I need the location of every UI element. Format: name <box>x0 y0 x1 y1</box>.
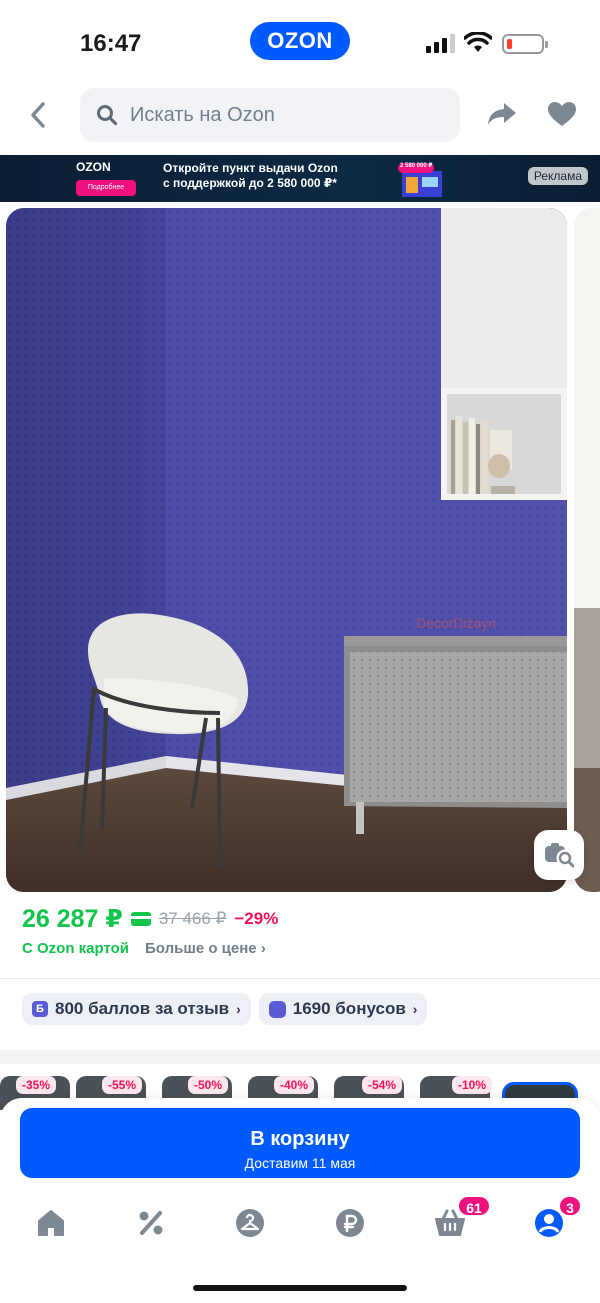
product-gallery[interactable]: DecorDizayn <box>0 206 600 892</box>
home-icon[interactable] <box>36 1208 66 1238</box>
bottom-cart-panel: В корзину Доставим 11 мая <box>0 1098 600 1303</box>
bonuses-chip[interactable]: 1690 бонусов › <box>258 993 428 1025</box>
similar-discount-tag: -54% <box>362 1076 403 1094</box>
wifi-icon <box>464 32 492 52</box>
similar-discount-tag: -50% <box>188 1076 229 1094</box>
home-indicator <box>193 1285 407 1291</box>
price-row: 26 287 ₽ 37 466 ₽ −29% <box>22 904 278 934</box>
search-bar[interactable] <box>80 88 460 142</box>
section-gap <box>0 1050 600 1064</box>
ozon-app-badge: OZON <box>250 22 350 60</box>
ad-headline: Откройте пункт выдачи Ozon с поддержкой … <box>163 161 338 191</box>
back-arrow-icon[interactable] <box>26 100 50 130</box>
old-price: 37 466 ₽ <box>158 909 227 928</box>
discount-percent: −29% <box>234 909 279 928</box>
next-product-photo[interactable] <box>574 208 600 892</box>
similar-discount-tag: -55% <box>102 1076 143 1094</box>
similar-discount-tag: -35% <box>16 1076 57 1094</box>
favorite-heart-icon[interactable] <box>546 100 578 128</box>
search-input[interactable] <box>130 103 430 127</box>
top-header <box>0 86 600 144</box>
price-subrow: С Ozon картой Больше о цене › <box>22 940 266 957</box>
review-points-label: 800 баллов за отзыв <box>55 999 230 1018</box>
ozon-card-note: С Ozon картой <box>22 940 130 957</box>
price-ozon-card: 26 287 ₽ <box>22 905 123 933</box>
visual-search-button[interactable] <box>534 830 584 880</box>
add-to-cart-button[interactable]: В корзину Доставим 11 мая <box>20 1108 580 1178</box>
hanger-icon[interactable] <box>235 1208 265 1238</box>
similar-discount-tag: -40% <box>274 1076 315 1094</box>
review-points-chip[interactable]: Б 800 баллов за отзыв › <box>22 993 251 1025</box>
status-bar: 16:47 OZON <box>0 0 600 88</box>
ad-label: Реклама <box>527 167 588 185</box>
ad-brand-logo: OZON <box>76 160 111 174</box>
divider <box>0 978 600 979</box>
next-photo-preview <box>574 208 600 892</box>
ad-more-button[interactable]: Подробнее <box>76 180 136 196</box>
chevron-right-icon: › <box>412 1001 418 1017</box>
chevron-right-icon: › <box>260 940 266 957</box>
ad-banner[interactable]: OZON Подробнее Откройте пункт выдачи Ozo… <box>0 155 600 202</box>
ozon-card-icon <box>130 912 151 926</box>
ad-art-text: 2 580 000 ₽ <box>400 163 433 169</box>
status-time: 16:47 <box>80 30 142 57</box>
chevron-right-icon: › <box>236 1001 241 1017</box>
bonuses-label: 1690 бонусов <box>292 999 406 1018</box>
points-icon: Б <box>32 1001 48 1017</box>
watermark-text: DecorDizayn <box>416 615 496 631</box>
delivery-date-label: Доставим 11 мая <box>244 1155 356 1171</box>
battery-icon <box>502 34 548 54</box>
share-icon[interactable] <box>486 100 518 128</box>
signal-icon <box>426 34 455 53</box>
ad-line-1: Откройте пункт выдачи Ozon <box>163 161 338 175</box>
percent-icon[interactable] <box>136 1208 166 1238</box>
bonus-chips: Б 800 баллов за отзыв › 1690 бонусов › <box>22 993 428 1025</box>
cart-count-badge: 61 <box>457 1195 491 1217</box>
ad-line-2: с поддержкой до 2 580 000 ₽* <box>163 176 337 190</box>
add-to-cart-label: В корзину <box>250 1128 350 1150</box>
more-about-price-label: Больше о цене <box>145 940 257 957</box>
product-photo[interactable]: DecorDizayn <box>6 208 567 892</box>
search-icon <box>97 105 118 126</box>
similar-discount-tag: -10% <box>452 1076 493 1094</box>
room-scene-image: DecorDizayn <box>6 208 567 892</box>
profile-notification-badge: 3 <box>558 1195 582 1217</box>
more-about-price-link[interactable]: Больше о цене › <box>145 940 266 957</box>
bonus-card-icon <box>268 1000 286 1018</box>
ruble-icon[interactable] <box>335 1208 365 1238</box>
image-search-icon <box>545 843 574 868</box>
